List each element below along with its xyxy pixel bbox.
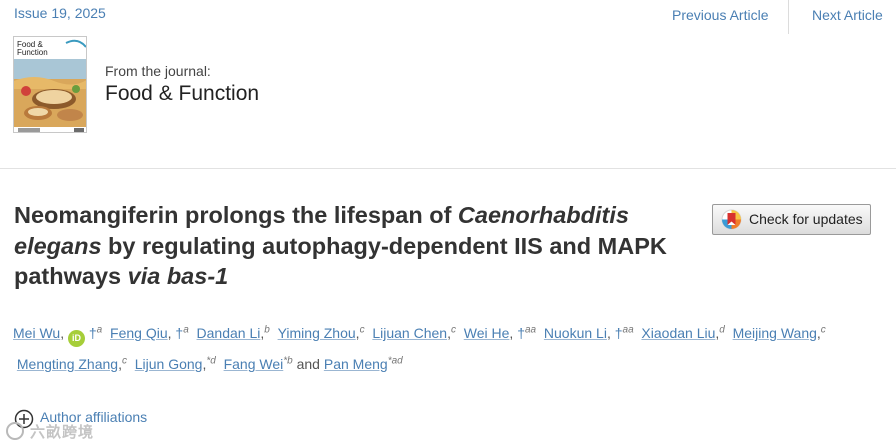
author-link[interactable]: Fang Wei bbox=[224, 356, 284, 372]
affiliation-sup: a bbox=[96, 324, 103, 336]
author-link[interactable]: Lijuan Chen bbox=[372, 325, 447, 341]
affiliation-sup: aa bbox=[524, 324, 537, 336]
dagger-mark: † bbox=[88, 325, 97, 341]
affiliation-sup: aa bbox=[622, 324, 634, 336]
author-link[interactable]: Xiaodan Liu bbox=[641, 325, 715, 341]
article-title: Neomangiferin prolongs the lifespan of C… bbox=[14, 200, 704, 292]
check-for-updates-button[interactable]: Check for updates bbox=[712, 204, 871, 235]
previous-article-link[interactable]: Previous Article bbox=[672, 7, 768, 23]
cover-title-line-2: Function bbox=[17, 48, 48, 57]
journal-name-link[interactable]: Food & Function bbox=[105, 82, 259, 106]
author-list: Mei Wu, iD †a Feng Qiu, †a Dandan Li,b Y… bbox=[13, 324, 826, 372]
affiliation-sup: c bbox=[121, 355, 127, 367]
crossmark-icon bbox=[721, 209, 742, 230]
author-link[interactable]: Pan Meng bbox=[324, 356, 388, 372]
watermark-text: 六畝跨境 bbox=[30, 424, 95, 441]
affiliation-sup: b bbox=[264, 324, 270, 336]
affiliation-sup: c bbox=[359, 324, 365, 336]
from-journal-label: From the journal: bbox=[105, 63, 211, 79]
dagger-mark: † bbox=[517, 325, 525, 341]
affiliation-sup: *ad bbox=[387, 355, 403, 367]
journal-block: Food & Function From the journal: Food &… bbox=[0, 34, 896, 169]
author-link[interactable]: Mei Wu bbox=[13, 325, 60, 341]
and-connector: and bbox=[296, 356, 320, 372]
affiliation-sup: a bbox=[183, 324, 189, 336]
title-text-2: by regulating autophagy-dependent IIS an… bbox=[14, 232, 667, 290]
author-link[interactable]: Dandan Li bbox=[197, 325, 261, 341]
affiliation-sup: *d bbox=[206, 355, 216, 367]
affiliation-sup: d bbox=[719, 324, 725, 336]
nav-divider bbox=[788, 0, 789, 34]
author-link[interactable]: Meijing Wang bbox=[733, 325, 817, 341]
author-link[interactable]: Wei He bbox=[464, 325, 510, 341]
orcid-icon[interactable]: iD bbox=[67, 330, 85, 347]
article-nav-bar: Issue 19, 2025 Previous Article Next Art… bbox=[0, 0, 896, 34]
watermark-logo-icon bbox=[6, 422, 24, 440]
affiliation-sup: *b bbox=[283, 355, 293, 367]
author-link[interactable]: Lijun Gong bbox=[135, 356, 203, 372]
next-article-link[interactable]: Next Article bbox=[812, 7, 883, 23]
title-gene: via bas-1 bbox=[127, 263, 229, 289]
journal-cover-image[interactable]: Food & Function bbox=[13, 36, 87, 133]
issue-label[interactable]: Issue 19, 2025 bbox=[14, 5, 106, 21]
author-link[interactable]: Nuokun Li bbox=[544, 325, 607, 341]
author-link[interactable]: Feng Qiu bbox=[110, 325, 168, 341]
watermark: 六畝跨境 bbox=[6, 420, 122, 442]
author-link[interactable]: Mengting Zhang bbox=[17, 356, 118, 372]
author-link[interactable]: Yiming Zhou bbox=[278, 325, 356, 341]
check-for-updates-label: Check for updates bbox=[749, 211, 863, 227]
affiliation-sup: c bbox=[820, 324, 826, 336]
affiliation-sup: c bbox=[450, 324, 456, 336]
title-text-1: Neomangiferin prolongs the lifespan of bbox=[14, 202, 458, 228]
dagger-mark: † bbox=[614, 325, 623, 341]
